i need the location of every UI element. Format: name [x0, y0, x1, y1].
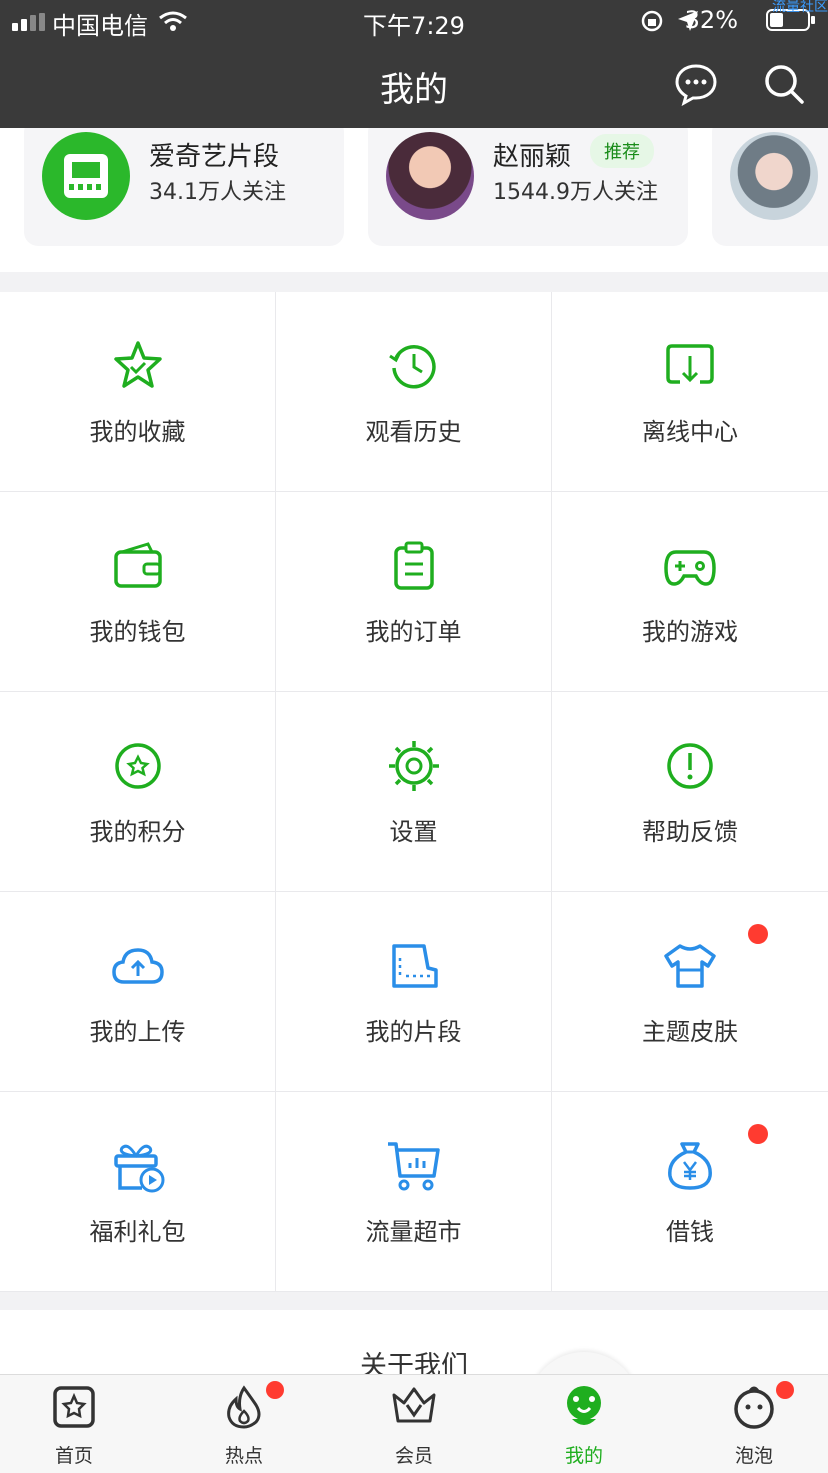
mine-icon — [567, 1386, 601, 1425]
grid-item-upload[interactable]: 我的上传 — [0, 892, 275, 1091]
shirt-icon — [664, 944, 716, 988]
top-bar: 中国电信 下午7:29 32% 流量社区 我的 — [0, 0, 828, 128]
grid-item-label: 主题皮肤 — [642, 1018, 738, 1046]
tab-label: 首页 — [54, 1445, 93, 1467]
battery-percent: 32% — [684, 6, 738, 34]
creator-followers: 34.1万人关注 — [149, 180, 286, 205]
gift-icon — [113, 1144, 164, 1193]
recommend-badge: 推荐 — [590, 134, 654, 168]
film-icon — [64, 154, 108, 198]
gamepad-icon — [664, 550, 716, 586]
tab-hot[interactable]: 热点 — [184, 1375, 304, 1473]
money-bag-icon — [668, 1142, 712, 1190]
download-icon — [666, 344, 714, 384]
creator-card[interactable]: 爱奇艺片段 34.1万人关注 — [24, 128, 344, 246]
creator-followers: 1544.9万人关注 — [493, 180, 658, 205]
points-icon — [114, 743, 161, 789]
grid-item-label: 我的订单 — [365, 618, 462, 646]
grid-item-label: 我的钱包 — [89, 618, 186, 646]
followed-creators-strip: 爱奇艺片段 34.1万人关注 赵丽颖 推荐 1544.9万人关注 — [0, 128, 828, 272]
avatar — [730, 132, 818, 220]
notification-badge — [776, 1381, 794, 1399]
tab-bubble[interactable]: 泡泡 — [694, 1375, 814, 1473]
grid-item-label: 福利礼包 — [89, 1218, 186, 1246]
home-icon — [53, 1386, 95, 1428]
grid-item-offline[interactable]: 离线中心 — [552, 292, 828, 491]
notification-badge — [748, 924, 768, 944]
history-icon — [388, 345, 436, 389]
tab-label: 泡泡 — [734, 1445, 773, 1467]
star-icon — [113, 341, 162, 388]
grid-item-label: 设置 — [389, 818, 438, 846]
grid-item-label: 我的积分 — [89, 818, 186, 846]
grid-item-wallet[interactable]: 我的钱包 — [0, 492, 275, 691]
creator-card[interactable]: 赵丽颖 推荐 1544.9万人关注 — [368, 128, 688, 246]
grid-item-favorites[interactable]: 我的收藏 — [0, 292, 275, 491]
avatar — [42, 132, 130, 220]
grid-item-orders[interactable]: 我的订单 — [276, 492, 551, 691]
tab-vip[interactable]: 会员 — [354, 1375, 474, 1473]
order-icon — [393, 541, 434, 590]
about-us-row[interactable]: 关于我们 — [0, 1310, 828, 1382]
clip-icon — [391, 944, 438, 988]
message-icon[interactable] — [674, 62, 718, 106]
grid-item-loan[interactable]: 借钱 — [552, 1092, 828, 1291]
grid-item-settings[interactable]: 设置 — [276, 692, 551, 891]
rotation-lock-icon — [641, 10, 663, 32]
cart-icon — [387, 1142, 440, 1191]
grid-item-label: 离线中心 — [642, 418, 738, 446]
help-icon — [667, 743, 713, 789]
grid-item-label: 我的片段 — [365, 1018, 462, 1046]
grid-item-theme[interactable]: 主题皮肤 — [552, 892, 828, 1091]
corner-watermark: 流量社区 — [772, 0, 828, 15]
tab-home[interactable]: 首页 — [14, 1375, 134, 1473]
creator-name: 爱奇艺片段 — [149, 142, 280, 172]
grid-item-help[interactable]: 帮助反馈 — [552, 692, 828, 891]
wallet-icon — [113, 542, 162, 588]
grid-item-points[interactable]: 我的积分 — [0, 692, 275, 891]
section-divider — [0, 272, 828, 292]
grid-item-data-market[interactable]: 流量超市 — [276, 1092, 551, 1291]
upload-cloud-icon — [111, 948, 164, 984]
creator-card[interactable] — [712, 128, 828, 246]
grid-item-gift[interactable]: 福利礼包 — [0, 1092, 275, 1291]
tab-label: 我的 — [564, 1445, 603, 1467]
creator-name: 赵丽颖 — [493, 142, 572, 172]
grid-item-label: 我的游戏 — [642, 618, 738, 646]
grid-item-label: 帮助反馈 — [642, 818, 738, 846]
grid-item-history[interactable]: 观看历史 — [276, 292, 551, 491]
tab-label: 热点 — [224, 1445, 263, 1467]
bubble-icon — [734, 1386, 774, 1429]
settings-icon — [388, 741, 439, 791]
notification-badge — [748, 1124, 768, 1144]
fire-icon — [227, 1385, 261, 1429]
feature-grid: 我的收藏 观看历史 离线中心 我的钱包 我的订单 我的游戏 我的积分 设置 帮助… — [0, 292, 828, 1292]
search-icon[interactable] — [762, 62, 806, 106]
grid-item-label: 我的收藏 — [89, 418, 186, 446]
grid-item-label: 借钱 — [666, 1218, 714, 1246]
notification-badge — [266, 1381, 284, 1399]
grid-item-label: 我的上传 — [89, 1018, 186, 1046]
section-divider — [0, 1292, 828, 1310]
grid-item-clips[interactable]: 我的片段 — [276, 892, 551, 1091]
grid-item-label: 观看历史 — [365, 418, 462, 446]
tab-mine[interactable]: 我的 — [524, 1375, 644, 1473]
tab-label: 会员 — [394, 1445, 433, 1467]
crown-icon — [392, 1387, 436, 1423]
grid-item-label: 流量超市 — [365, 1218, 462, 1246]
avatar — [386, 132, 474, 220]
bottom-tab-bar: 首页 热点 会员 我的 泡泡 — [0, 1374, 828, 1473]
status-bar: 中国电信 下午7:29 32% 流量社区 — [0, 0, 828, 42]
grid-item-games[interactable]: 我的游戏 — [552, 492, 828, 691]
